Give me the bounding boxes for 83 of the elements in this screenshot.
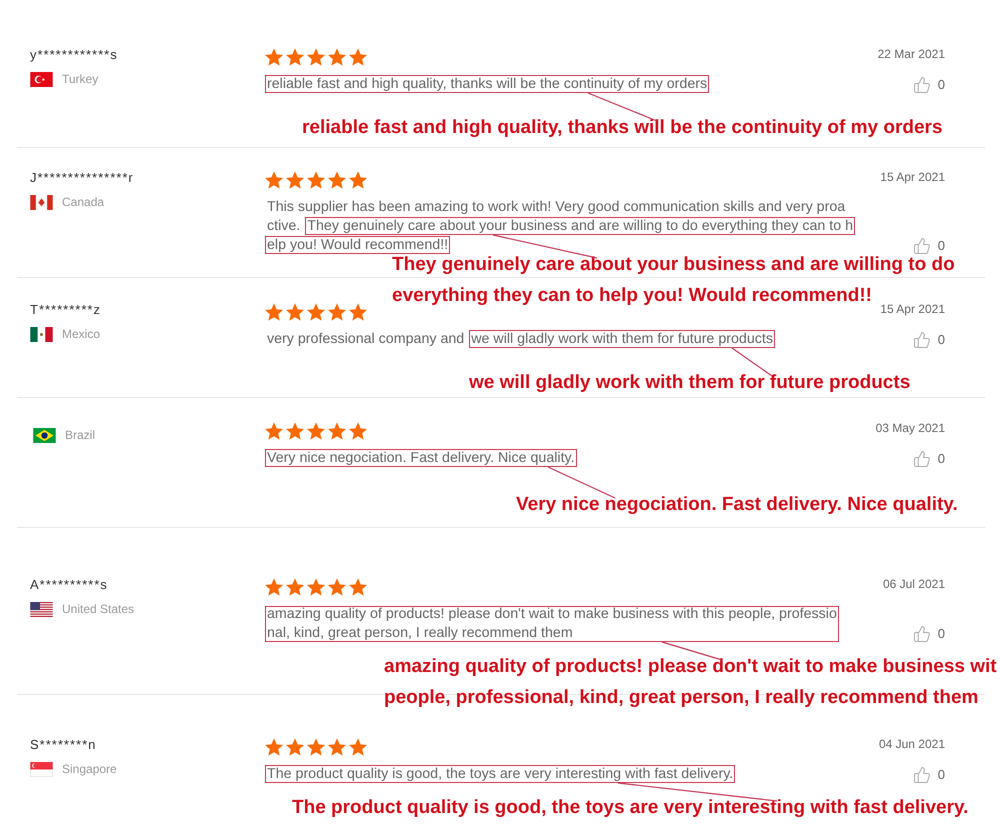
thumbs-up-icon [912,76,931,94]
star-icon [349,422,367,440]
country-name: United States [62,602,134,617]
review-date: 06 Jul 2021 [882,577,945,591]
star-icon [349,171,367,189]
highlighted-review-text: reliable fast and high quality, thanks will be the continuity of my orders [265,75,710,93]
reviewer-name: J***************r [30,170,134,186]
callout-text: They genuinely care about your business and are willing to do [392,253,955,277]
star-icon [265,738,283,756]
star-icon [307,422,325,440]
star-icon [328,738,346,756]
star-icon [286,578,304,596]
reviewer-name: T*********z [30,302,101,318]
country-name: Brazil [65,428,96,443]
star-icon [328,48,346,66]
flag-icon [30,195,53,210]
review-text: This supplier has been amazing to work with! Very good communication skills and very proa [266,198,846,216]
country-name: Canada [62,195,104,210]
callout-text: The product quality is good, the toys are very interesting with fast delivery. [292,796,968,820]
star-icon [328,578,346,596]
thumbs-up-icon [912,450,931,468]
callout-text: we will gladly work with them for future products [469,371,910,395]
country-name: Mexico [62,327,100,342]
flag-icon [33,428,56,443]
star-icon [328,171,346,189]
highlighted-review-text: elp you! Would recommend!! [265,236,450,254]
like-button[interactable]: 0 [912,449,945,468]
like-button[interactable]: 0 [912,330,945,349]
like-button[interactable]: 0 [912,765,945,784]
like-button[interactable]: 0 [912,75,945,94]
reviewer-name: S********n [30,737,96,753]
star-icon [307,578,325,596]
highlighted-review-text: They genuinely care about your business and are willing to do everything they can to h [305,217,856,235]
star-icon [265,303,283,321]
highlighted-review-text: Very nice negociation. Fast delivery. Nice quality. [265,449,577,467]
review-date: 15 Apr 2021 [880,170,945,184]
star-icon [349,303,367,321]
star-icon [307,303,325,321]
star-icon [307,738,325,756]
highlighted-review-text: we will gladly work with them for future products [469,330,775,348]
star-icon [349,48,367,66]
review-date: 15 Apr 2021 [880,302,945,316]
star-icon [307,48,325,66]
like-button[interactable]: 0 [912,236,945,255]
star-icon [265,171,283,189]
star-icon [328,422,346,440]
callout-text: amazing quality of products! please don't wait to make business wit [384,655,997,679]
flag-icon [30,327,53,342]
star-icon [286,303,304,321]
flag-icon [30,72,53,87]
country-name: Singapore [62,762,117,777]
star-icon [307,171,325,189]
star-icon [328,303,346,321]
reviewer-name: y************s [30,47,118,63]
star-icon [286,422,304,440]
star-icon [286,171,304,189]
thumbs-up-icon [912,330,931,348]
thumbs-up-icon [912,236,931,254]
callout-text: everything they can to help you! Would recommend!! [392,284,872,308]
star-icon [265,422,283,440]
highlighted-review-text: The product quality is good, the toys are very interesting with fast delivery. [265,765,736,783]
star-icon [265,578,283,596]
star-icon [286,738,304,756]
star-icon [265,48,283,66]
country-name: Turkey [62,72,98,87]
highlighted-review-text: amazing quality of products! please don't wait to make business with this people, professio nal, kind, great person, I really recommend them [265,606,839,642]
star-icon [349,738,367,756]
review-text: ctive. [266,217,302,235]
star-icon [349,578,367,596]
flag-icon [30,602,53,617]
callout-text: Very nice negociation. Fast delivery. Nice quality. [516,493,958,517]
reviewer-name: A**********s [30,577,108,593]
review-text: very professional company and [266,330,466,348]
review-date: 22 Mar 2021 [878,47,945,61]
thumbs-up-icon [912,624,931,642]
thumbs-up-icon [912,766,931,784]
callout-text: people, professional, kind, great person, I really recommend them [384,686,978,710]
flag-icon [30,762,53,777]
review-date: 03 May 2021 [876,421,945,435]
callout-text: reliable fast and high quality, thanks will be the continuity of my orders [302,116,942,140]
star-icon [286,48,304,66]
like-button[interactable]: 0 [912,624,945,643]
review-date: 04 Jun 2021 [878,737,945,751]
